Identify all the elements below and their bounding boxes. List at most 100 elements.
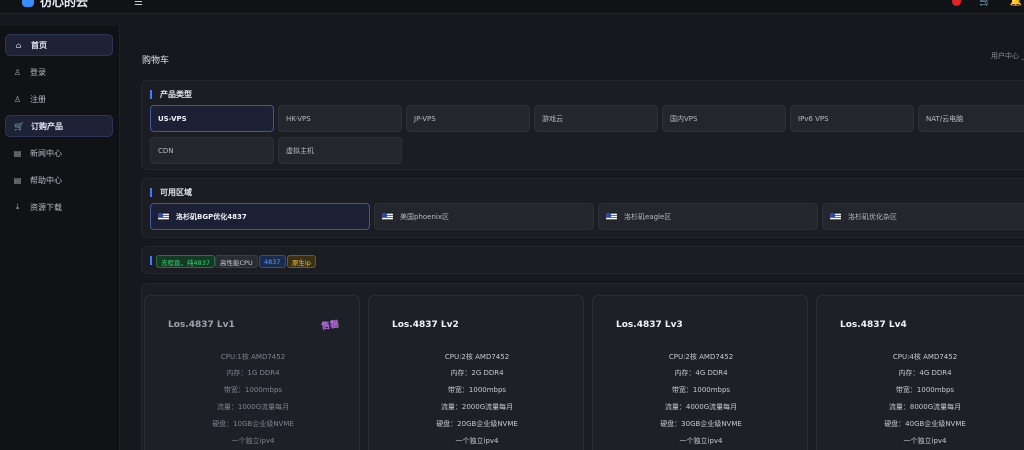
zone-panel: 可用区域 洛杉矶BGP优化4837 美国phoenix区 洛杉矶eagle区 洛…: [141, 178, 1024, 238]
plan-spec-memory: 内存：4G DDR4: [898, 369, 952, 377]
sidebar-item-login[interactable]: ♙ 登录: [5, 61, 113, 83]
product-type-game-cloud[interactable]: 游戏云: [534, 105, 658, 132]
option-label: 美国phoenix区: [400, 212, 449, 221]
plan-name: Los.4837 Lv2: [392, 320, 459, 330]
option-label: IPv6 VPS: [798, 114, 829, 123]
download-icon: ⤓: [15, 202, 20, 211]
tag-high-perf-cpu: 高性能CPU: [215, 255, 258, 268]
plan-card-lv1[interactable]: Los.4837 Lv1 售罄 CPU:1核 AMD7452 内存：1G DDR…: [144, 295, 360, 450]
breadcrumb[interactable]: 用户中心 _: [991, 51, 1024, 61]
product-type-panel: 产品类型 US-VPS HK-VPS JP-VPS 游戏云 国内VPS IPv6…: [141, 80, 1024, 170]
plan-spec-bandwidth: 带宽：1000mbps: [447, 386, 507, 394]
us-flag-icon: [158, 213, 169, 220]
sidebar-item-download[interactable]: ⤓ 资源下载: [5, 196, 113, 218]
sidebar-nav: ⌂ 首页 ♙ 登录 ♙ 注册 🛒 订购产品 ▤ 新闻中心 ▤ 帮助中心 ⤓ 资源…: [0, 26, 119, 218]
top-bar: 彷心的云 ☰ 🛒 🔔: [0, 0, 1024, 14]
plan-spec-disk: 硬盘：10GB企业级NVME: [212, 420, 294, 428]
plan-spec-memory: 内存：4G DDR4: [674, 369, 728, 377]
product-type-us-vps[interactable]: US-VPS: [150, 105, 274, 132]
plan-name: Los.4837 Lv3: [616, 320, 683, 330]
zone-la-bgp-4837[interactable]: 洛杉矶BGP优化4837: [150, 203, 370, 230]
product-type-nat-cloud-pc[interactable]: NAT/云电脑: [918, 105, 1024, 132]
plan-spec-bandwidth: 带宽：1000mbps: [671, 386, 731, 394]
plan-spec-ip: 一个独立ipv4: [679, 437, 723, 445]
sidebar-item-order[interactable]: 🛒 订购产品: [5, 115, 113, 137]
home-icon: ⌂: [15, 40, 22, 50]
tag-native-ip: 原生ip: [287, 255, 316, 268]
zone-us-phoenix[interactable]: 美国phoenix区: [374, 203, 594, 230]
sidebar-item-label: 首页: [31, 40, 47, 50]
option-label: 洛杉矶优化杂区: [848, 212, 897, 221]
plan-spec-ip: 一个独立ipv4: [903, 437, 947, 445]
tags-accent-bar: [150, 256, 152, 265]
product-type-cdn[interactable]: CDN: [150, 137, 274, 164]
plan-spec-bandwidth: 带宽：1000mbps: [223, 386, 283, 394]
plan-card-lv3[interactable]: Los.4837 Lv3 CPU:2核 AMD7452 内存：4G DDR4 带…: [592, 295, 808, 450]
sidebar-item-home[interactable]: ⌂ 首页: [5, 34, 113, 56]
cloud-logo-icon: [22, 0, 34, 7]
bell-icon[interactable]: 🔔: [1010, 0, 1022, 7]
tag-4837: 4837: [259, 255, 286, 268]
section-title: 可用区域: [150, 188, 192, 197]
sidebar-item-label: 帮助中心: [30, 175, 62, 185]
option-label: 洛杉矶eagle区: [624, 212, 672, 221]
news-icon: ▤: [13, 148, 22, 158]
plan-spec-cpu: CPU:2核 AMD7452: [668, 353, 734, 361]
product-type-jp-vps[interactable]: JP-VPS: [406, 105, 530, 132]
option-label: CDN: [158, 146, 174, 155]
sidebar-item-label: 注册: [30, 94, 46, 104]
plan-spec-ip: 一个独立ipv4: [231, 437, 275, 445]
sidebar-item-register[interactable]: ♙ 注册: [5, 88, 113, 110]
plan-spec-disk: 硬盘：30GB企业级NVME: [660, 420, 742, 428]
plan-name: Los.4837 Lv4: [840, 320, 907, 330]
plan-spec-bandwidth: 带宽：1000mbps: [895, 386, 955, 394]
plan-spec-disk: 硬盘：40GB企业级NVME: [884, 420, 966, 428]
product-type-virtual-host[interactable]: 虚拟主机: [278, 137, 402, 164]
help-icon: ▤: [13, 175, 22, 185]
sidebar-item-help[interactable]: ▤ 帮助中心: [5, 169, 113, 191]
zone-la-optimized-mixed[interactable]: 洛杉矶优化杂区: [822, 203, 1024, 230]
option-label: NAT/云电脑: [926, 114, 964, 123]
hamburger-icon[interactable]: ☰: [134, 0, 143, 8]
page-title: 购物车: [142, 56, 170, 66]
top-right-actions: 🛒 🔔: [952, 0, 1024, 7]
option-label: JP-VPS: [414, 114, 436, 123]
section-title: 产品类型: [150, 90, 192, 99]
product-type-hk-vps[interactable]: HK-VPS: [278, 105, 402, 132]
sidebar-item-news[interactable]: ▤ 新闻中心: [5, 142, 113, 164]
plan-card-lv2[interactable]: Los.4837 Lv2 CPU:2核 AMD7452 内存：2G DDR4 带…: [368, 295, 584, 450]
plan-spec-cpu: CPU:2核 AMD7452: [444, 353, 510, 361]
plan-card-lv4[interactable]: Los.4837 Lv4 CPU:4核 AMD7452 内存：4G DDR4 带…: [816, 295, 1024, 450]
plan-spec-traffic: 流量：2000G流量每月: [440, 403, 514, 411]
product-type-ipv6-vps[interactable]: IPv6 VPS: [790, 105, 914, 132]
feature-tags-panel: 去程直，纯4837 高性能CPU 4837 原生ip: [141, 246, 1024, 274]
cart-icon[interactable]: 🛒: [979, 0, 991, 7]
us-flag-icon: [382, 213, 393, 220]
sidebar-item-label: 登录: [30, 67, 46, 77]
plans-panel: Los.4837 Lv1 售罄 CPU:1核 AMD7452 内存：1G DDR…: [141, 283, 1024, 450]
sold-out-stamp: 售罄: [320, 319, 340, 333]
sidebar-item-label: 订购产品: [31, 121, 63, 131]
cart-icon: 🛒: [14, 121, 24, 131]
product-type-domestic-vps[interactable]: 国内VPS: [662, 105, 786, 132]
option-label: 游戏云: [542, 114, 563, 123]
option-label: US-VPS: [158, 114, 187, 123]
us-flag-icon: [606, 213, 617, 220]
app-logo[interactable]: 彷心的云: [22, 0, 88, 10]
language-flag-icon[interactable]: [952, 0, 962, 6]
sidebar: ⌂ 首页 ♙ 登录 ♙ 注册 🛒 订购产品 ▤ 新闻中心 ▤ 帮助中心 ⤓ 资源…: [0, 26, 120, 450]
plan-spec-memory: 内存：2G DDR4: [450, 369, 504, 377]
zone-la-eagle[interactable]: 洛杉矶eagle区: [598, 203, 818, 230]
option-label: HK-VPS: [286, 114, 311, 123]
option-label: 洛杉矶BGP优化4837: [176, 212, 247, 221]
sidebar-item-label: 新闻中心: [30, 148, 62, 158]
plan-spec-ip: 一个独立ipv4: [455, 437, 499, 445]
plan-spec-traffic: 流量：1000G流量每月: [216, 403, 290, 411]
us-flag-icon: [830, 213, 841, 220]
app-name: 彷心的云: [40, 0, 89, 9]
plan-spec-cpu: CPU:1核 AMD7452: [220, 353, 286, 361]
option-label: 虚拟主机: [286, 146, 314, 155]
plan-name: Los.4837 Lv1: [168, 320, 235, 330]
option-label: 国内VPS: [670, 114, 698, 123]
plan-spec-memory: 内存：1G DDR4: [226, 369, 280, 377]
